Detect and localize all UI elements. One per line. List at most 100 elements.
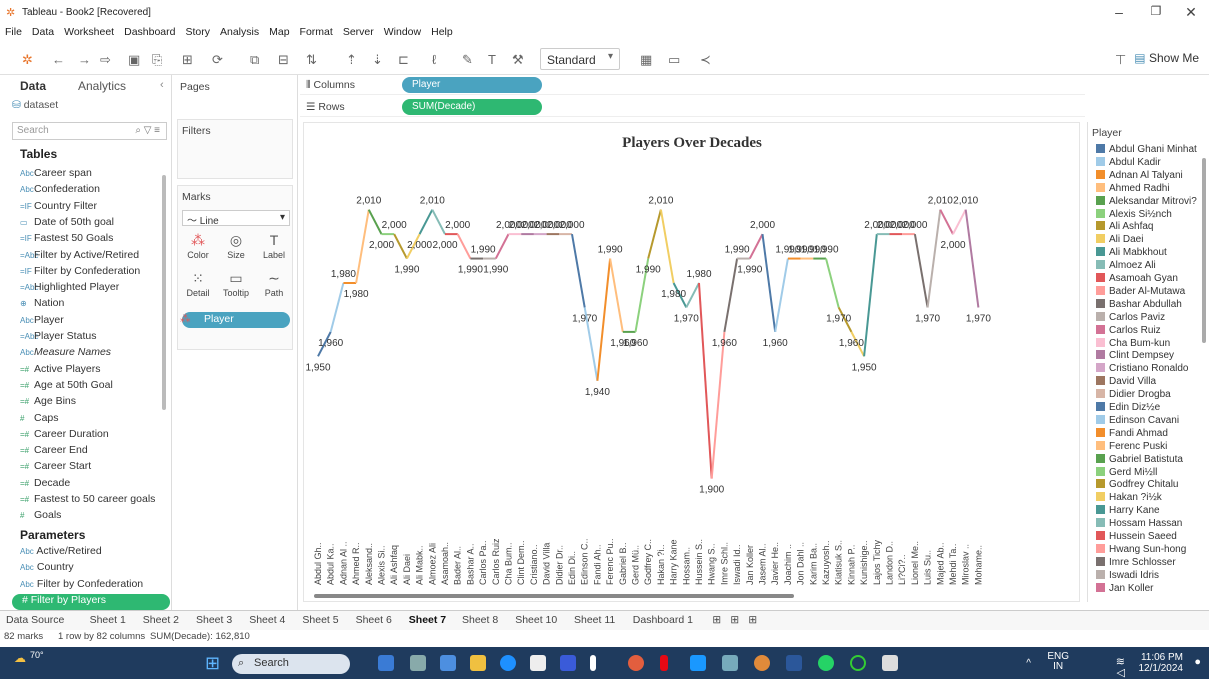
line-segment[interactable] — [659, 209, 675, 284]
sheet-tab[interactable]: Sheet 11 — [574, 614, 615, 626]
legend-item[interactable]: Cha Bum-kun — [1096, 337, 1170, 350]
sheet-tab[interactable]: Sheet 5 — [302, 614, 338, 626]
field-item[interactable]: =# Career Duration — [20, 428, 109, 444]
presentation-icon[interactable]: ▭ — [668, 52, 680, 68]
tab-data-source[interactable]: Data Source — [6, 614, 64, 626]
line-segment[interactable] — [926, 209, 942, 308]
legend-item[interactable]: Hussein Saeed — [1096, 531, 1177, 543]
sheet-tab[interactable]: Sheet 1 — [90, 614, 126, 626]
word-icon[interactable] — [786, 655, 802, 671]
legend-item[interactable]: Ferenc Puski — [1096, 440, 1167, 453]
legend-item[interactable]: Cristiano Ronaldo — [1096, 363, 1189, 375]
legend-item[interactable]: Ali Mabkhout — [1096, 247, 1167, 259]
columns-shelf[interactable]: ⦀ Columns Player — [300, 75, 1085, 95]
sheet-tab[interactable]: Dashboard 1 — [633, 614, 693, 626]
field-item[interactable]: =# Age Bins — [20, 395, 76, 411]
minimize-button[interactable]: – — [1108, 4, 1130, 22]
columns-pill[interactable]: Player — [402, 77, 542, 93]
parameter-item[interactable]: Abc Active/Retired — [20, 545, 102, 561]
chrome-icon[interactable] — [754, 655, 770, 671]
line-segment[interactable] — [596, 258, 612, 381]
field-item[interactable]: =IF Country Filter — [20, 200, 97, 216]
highlight-icon[interactable]: ℓ — [432, 52, 436, 68]
line-segment[interactable] — [698, 282, 713, 479]
horizontal-scrollbar[interactable] — [314, 594, 794, 598]
legend-item[interactable]: Hakan ?i½k — [1096, 492, 1162, 504]
parameter-item[interactable]: Abc Filter by Confederation — [20, 578, 143, 594]
cards-icon[interactable]: ▦ — [640, 52, 652, 68]
chevron-up-icon[interactable]: ^ — [1026, 658, 1031, 669]
taskbar-search[interactable]: ⌕ Search — [232, 654, 350, 674]
sheet-tab[interactable]: Sheet 6 — [356, 614, 392, 626]
color-button[interactable]: ⁂ Color — [182, 232, 214, 260]
legend-item[interactable]: Adnan Al Talyani — [1096, 169, 1183, 182]
field-item[interactable]: =AbcHighlighted Player — [20, 281, 119, 297]
legend-item[interactable]: Didier Drogba — [1096, 389, 1171, 401]
legend-item[interactable]: Edinson Cavani — [1096, 414, 1179, 427]
legend-item[interactable]: Ali Ashfaq — [1096, 221, 1153, 233]
edge-icon[interactable] — [500, 655, 516, 671]
legend-item[interactable]: Ali Daei — [1096, 234, 1143, 246]
app-icon[interactable] — [560, 655, 576, 671]
task-view-icon[interactable] — [410, 655, 426, 671]
parameter-item[interactable]: Abc Country — [20, 561, 74, 577]
photos-icon[interactable] — [722, 655, 738, 671]
line-segment[interactable] — [723, 258, 739, 333]
line-segment[interactable] — [456, 233, 472, 260]
path-button[interactable]: ∼ Path — [258, 270, 290, 298]
line-segment[interactable] — [571, 233, 586, 308]
new-dashboard-icon[interactable]: ⊞ — [730, 614, 739, 626]
tab-analytics[interactable]: Analytics — [78, 79, 126, 93]
collapse-icon[interactable]: ‹ — [160, 79, 164, 91]
legend-item[interactable]: Iswadi Idris — [1096, 569, 1159, 582]
legend-item[interactable]: Imre Schlosser — [1096, 556, 1176, 569]
line-segment[interactable] — [863, 234, 878, 357]
menu-worksheet[interactable]: Worksheet — [64, 26, 114, 38]
field-item[interactable]: =# Age at 50th Goal — [20, 379, 113, 395]
field-item[interactable]: AbcConfederation — [20, 183, 100, 199]
field-item[interactable]: =# Active Players — [20, 363, 101, 379]
legend-item[interactable]: Almoez Ali — [1096, 260, 1156, 272]
field-item[interactable]: # Caps — [20, 412, 59, 428]
sort-asc-icon[interactable]: ⇡ — [346, 52, 357, 68]
legend-item[interactable]: Carlos Ruiz — [1096, 324, 1161, 337]
sheet-tab[interactable]: Sheet 8 — [462, 614, 498, 626]
field-search-input[interactable]: Search ⌕ ▽ ≡ — [12, 122, 167, 140]
detail-button[interactable]: ⁙ Detail — [182, 270, 214, 298]
menu-story[interactable]: Story — [185, 26, 210, 38]
language-indicator[interactable]: ENG IN — [1047, 652, 1069, 672]
sheet-tab[interactable]: Sheet 2 — [143, 614, 179, 626]
line-segment[interactable] — [609, 258, 624, 333]
parameter-item[interactable]: # Filter by Players — [12, 593, 170, 610]
field-item[interactable]: =AbcPlayer Status — [20, 330, 96, 346]
line-segment[interactable] — [431, 209, 446, 235]
legend-item[interactable]: Gerd Mi½ll — [1096, 466, 1157, 479]
line-segment[interactable] — [913, 233, 929, 308]
field-item[interactable]: # Goals — [20, 509, 61, 525]
line-segment[interactable] — [367, 209, 383, 235]
new-sheet-icon[interactable]: ⊞ — [182, 52, 193, 68]
sheet-tab[interactable]: Sheet 10 — [515, 614, 557, 626]
field-item[interactable]: =# Fastest to 50 career goals — [20, 493, 155, 509]
legend-item[interactable]: Harry Kane — [1096, 505, 1160, 517]
prime-video-icon[interactable] — [690, 655, 706, 671]
legend-item[interactable]: Hwang Sun-hong — [1096, 543, 1186, 556]
legend-item[interactable]: David Villa — [1096, 376, 1156, 388]
field-item[interactable]: ⊕ Nation — [20, 297, 64, 313]
legend-item[interactable]: Bashar Abdullah — [1096, 298, 1182, 311]
line-segment[interactable] — [355, 209, 370, 284]
back-icon[interactable]: ← — [52, 52, 65, 68]
tab-data[interactable]: Data — [20, 79, 46, 93]
legend-item[interactable]: Abdul Ghani Minhat — [1096, 144, 1197, 156]
label-button[interactable]: T Label — [258, 232, 290, 260]
new-datasource-icon[interactable]: ⎘ — [152, 52, 162, 68]
windows-start-icon[interactable]: ⊞ — [205, 653, 220, 674]
copilot-icon[interactable] — [440, 655, 456, 671]
app-icon[interactable] — [590, 655, 596, 671]
field-item[interactable]: ▭ Date of 50th goal — [20, 216, 114, 232]
field-item[interactable]: =# Career Start — [20, 460, 91, 476]
menu-help[interactable]: Help — [431, 26, 453, 38]
legend-item[interactable]: Alexis Si½nch — [1096, 208, 1172, 221]
legend-item[interactable]: Ahmed Radhi — [1096, 182, 1170, 195]
legend-item[interactable]: Jan Koller — [1096, 582, 1153, 595]
